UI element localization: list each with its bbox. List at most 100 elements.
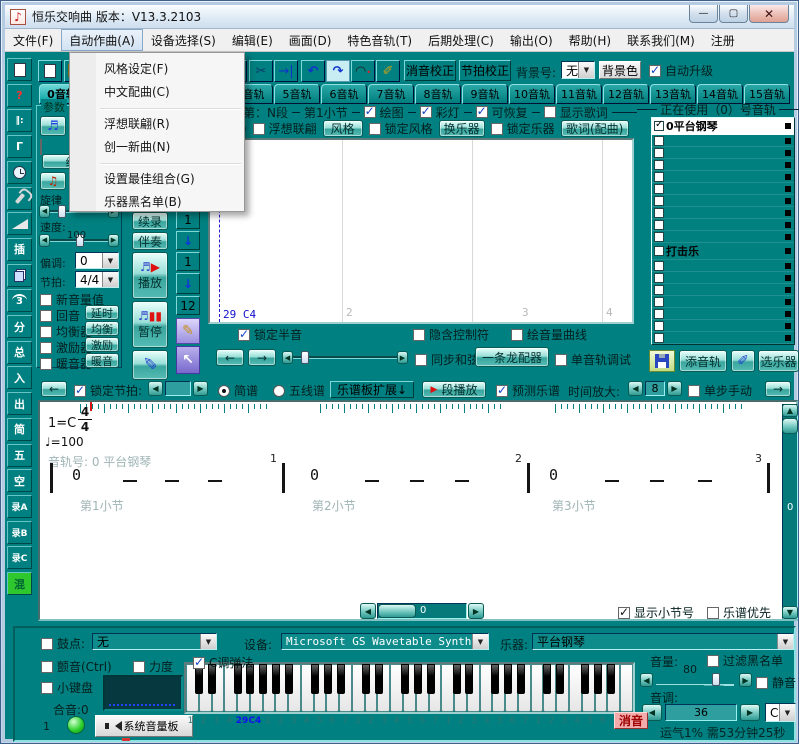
sidebar-jianpu-view[interactable]: 简 (7, 418, 32, 441)
title-bar[interactable]: ♪ 恒乐交响曲 版本：V13.3.2103 — ▢ ✕ (5, 5, 794, 29)
volume-curve-checkbox[interactable]: 绘音量曲线 (511, 326, 587, 343)
piano-black-key[interactable] (362, 664, 370, 694)
undo-button[interactable]: ↶ (301, 60, 325, 82)
velocity-checkbox[interactable]: 力度 (133, 658, 173, 675)
meter-select[interactable]: 4/4▼ (75, 271, 119, 288)
lights-checkbox[interactable]: 彩灯 (420, 104, 460, 121)
filter-blacklist-checkbox-box[interactable] (707, 655, 719, 667)
piano-black-key[interactable] (311, 664, 319, 694)
dropdown-item-1[interactable]: 中文配曲(C) (70, 81, 244, 104)
instrument-row-17[interactable] (652, 332, 794, 344)
instrument-row-checkbox[interactable] (654, 172, 664, 182)
instrument-row-6[interactable] (652, 195, 794, 207)
beat-fix-button[interactable]: 节拍校正 (459, 60, 511, 81)
lyrics-compose-button[interactable]: 歌词(配曲) (561, 120, 629, 137)
instrument-row-checkbox[interactable] (654, 333, 664, 343)
jianpu-radio[interactable]: 简谱 (218, 382, 258, 399)
menu-item-10[interactable]: 注册 (703, 29, 743, 51)
curve-button[interactable]: ◠• (351, 60, 375, 82)
menu-item-5[interactable]: 特色音轨(T) (339, 29, 420, 51)
piano-black-key[interactable] (607, 664, 615, 694)
sync-chord-checkbox[interactable]: 同步和弦 (415, 351, 479, 368)
delay-button[interactable]: 延时 (85, 305, 119, 320)
sidebar-new-file-icon[interactable] (7, 58, 32, 81)
instrument-row-marker[interactable] (785, 234, 791, 240)
sidebar-import-tool[interactable]: 入 (7, 366, 32, 389)
instrument-row-5[interactable] (652, 183, 794, 195)
score-left-button[interactable]: ← (41, 381, 67, 397)
score-priority-checkbox-box[interactable] (707, 607, 719, 619)
instrument-row-1[interactable] (652, 135, 794, 147)
drum-checkbox-box[interactable] (41, 638, 53, 650)
eq-button[interactable]: 均衡 (85, 321, 119, 336)
tab-track-8[interactable]: 8音轨 (415, 84, 461, 104)
piano-black-key[interactable] (556, 664, 564, 694)
show-lyrics-checkbox-box[interactable] (544, 106, 556, 118)
sidebar-clock-icon[interactable] (7, 161, 32, 184)
rest-note[interactable]: 0 (549, 466, 558, 484)
dash-note[interactable] (208, 480, 222, 482)
menu-item-8[interactable]: 帮助(H) (561, 29, 619, 51)
menu-item-9[interactable]: 联系我们(M) (619, 29, 703, 51)
numpad-checkbox[interactable]: 小键盘 (41, 679, 93, 696)
piano-black-key[interactable] (427, 664, 435, 694)
drum-select[interactable]: 无▼ (92, 633, 217, 650)
instrument-row-checkbox[interactable] (654, 196, 664, 206)
nav-right-button[interactable]: → (248, 349, 276, 366)
bg-number-select[interactable]: 无▼ (561, 61, 595, 79)
vibrato-checkbox-box[interactable] (41, 661, 53, 673)
dash-note[interactable] (650, 480, 664, 482)
predict-score-checkbox-box[interactable] (496, 385, 508, 397)
position-slider-knob[interactable] (301, 351, 309, 364)
instrument-row-2[interactable] (652, 147, 794, 159)
sidebar-crescendo-icon[interactable] (7, 212, 32, 235)
instrument-row-checkbox[interactable] (654, 220, 664, 230)
fantasy-checkbox-box[interactable] (253, 123, 265, 135)
instrument-row-checkbox[interactable] (654, 208, 664, 218)
instrument-select[interactable]: 平台钢琴▼ (532, 633, 794, 650)
tab-track-7[interactable]: 7音轨 (368, 84, 414, 104)
sidebar-triplet-tool[interactable]: 3 (7, 289, 32, 312)
filter-blacklist-checkbox[interactable]: 过滤黑名单 (707, 652, 783, 669)
dash-note[interactable] (123, 480, 137, 482)
jianpu-radio-circle[interactable] (218, 385, 230, 397)
instrument-row-checkbox[interactable] (654, 309, 664, 319)
paint-track-button[interactable]: ✐ (731, 350, 755, 372)
redo-button[interactable]: ↷ (326, 60, 350, 82)
v-scroll-thumb[interactable] (782, 418, 798, 434)
dropdown-item-6[interactable]: 设置最佳组合(G) (70, 168, 244, 191)
warm-button[interactable]: 暖音 (85, 353, 119, 368)
lights-checkbox-box[interactable] (420, 106, 432, 118)
piano-black-key[interactable] (453, 664, 461, 694)
scroll-right-button[interactable]: ▶ (468, 603, 484, 619)
piano-black-key[interactable] (401, 664, 409, 694)
piano-black-key[interactable] (375, 664, 383, 694)
piano-roll-canvas[interactable]: 29 C4 2 3 4 (208, 138, 634, 324)
score-expand-button[interactable]: 乐谱板扩展↓ (330, 381, 414, 398)
numpad-checkbox-box[interactable] (41, 682, 53, 694)
single-step-checkbox-box[interactable] (688, 385, 700, 397)
silent-checkbox[interactable]: 静音 (756, 674, 796, 691)
rest-note[interactable]: 0 (72, 466, 81, 484)
slider-right-arrow[interactable]: ▶ (108, 234, 119, 247)
sidebar-record-c[interactable]: 录C (7, 546, 32, 569)
instrument-row-marker[interactable] (785, 275, 791, 281)
pick-instrument-button[interactable]: 选乐器 (758, 350, 799, 372)
instrument-row-marker[interactable] (785, 138, 791, 144)
instrument-row-marker[interactable] (785, 248, 791, 254)
sidebar-staff-view[interactable]: 五 (7, 444, 32, 467)
instrument-row-checkbox[interactable] (654, 297, 664, 307)
sidebar-split-tool[interactable]: 分 (7, 315, 32, 338)
twelve-value[interactable]: 12 (176, 296, 200, 315)
sidebar-mix-tool[interactable]: 混 (7, 572, 32, 595)
device-select[interactable]: Microsoft GS Wavetable Synth▼ (281, 633, 489, 650)
instrument-row-9[interactable] (652, 231, 794, 243)
dropdown-arrow-icon[interactable]: ▼ (102, 253, 118, 268)
dropdown-arrow-icon[interactable]: ▼ (779, 704, 795, 721)
v-scrollbar[interactable]: ▲ 0 ▼ (782, 404, 798, 619)
dash-note[interactable] (455, 480, 469, 482)
instrument-row-marker[interactable] (785, 162, 791, 168)
piano-black-key[interactable] (504, 664, 512, 694)
exciter-checkbox-box[interactable] (40, 342, 52, 354)
save-button[interactable] (649, 350, 675, 372)
